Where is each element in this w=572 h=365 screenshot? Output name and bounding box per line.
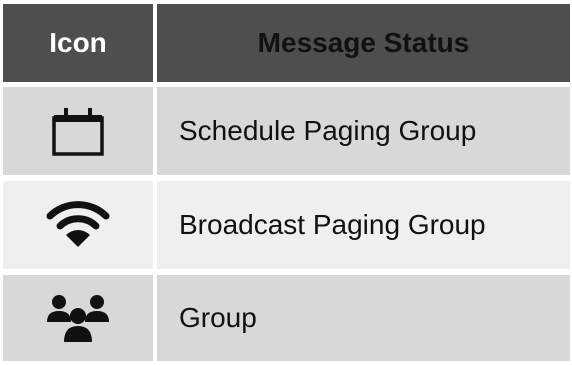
header-icon-label: Icon <box>49 27 107 58</box>
header-status-column: Message Status <box>157 4 570 82</box>
table-header-row: Icon Message Status <box>3 4 570 82</box>
table-row: Broadcast Paging Group <box>3 181 570 269</box>
icon-cell <box>3 87 153 175</box>
icon-cell <box>3 275 153 361</box>
status-cell: Group <box>157 275 570 361</box>
header-status-label: Message Status <box>257 27 470 58</box>
status-label: Broadcast Paging Group <box>179 209 486 240</box>
message-status-table: Icon Message Status Schedule Paging Grou… <box>3 4 570 361</box>
status-cell: Broadcast Paging Group <box>157 181 570 269</box>
icon-cell <box>3 181 153 269</box>
header-icon-column: Icon <box>3 4 153 82</box>
status-label: Group <box>179 302 257 333</box>
calendar-icon <box>52 108 104 156</box>
table-row: Schedule Paging Group <box>3 87 570 175</box>
status-cell: Schedule Paging Group <box>157 87 570 175</box>
wifi-icon <box>46 201 110 247</box>
table-row: Group <box>3 275 570 361</box>
group-icon <box>47 295 109 342</box>
status-label: Schedule Paging Group <box>179 115 477 146</box>
